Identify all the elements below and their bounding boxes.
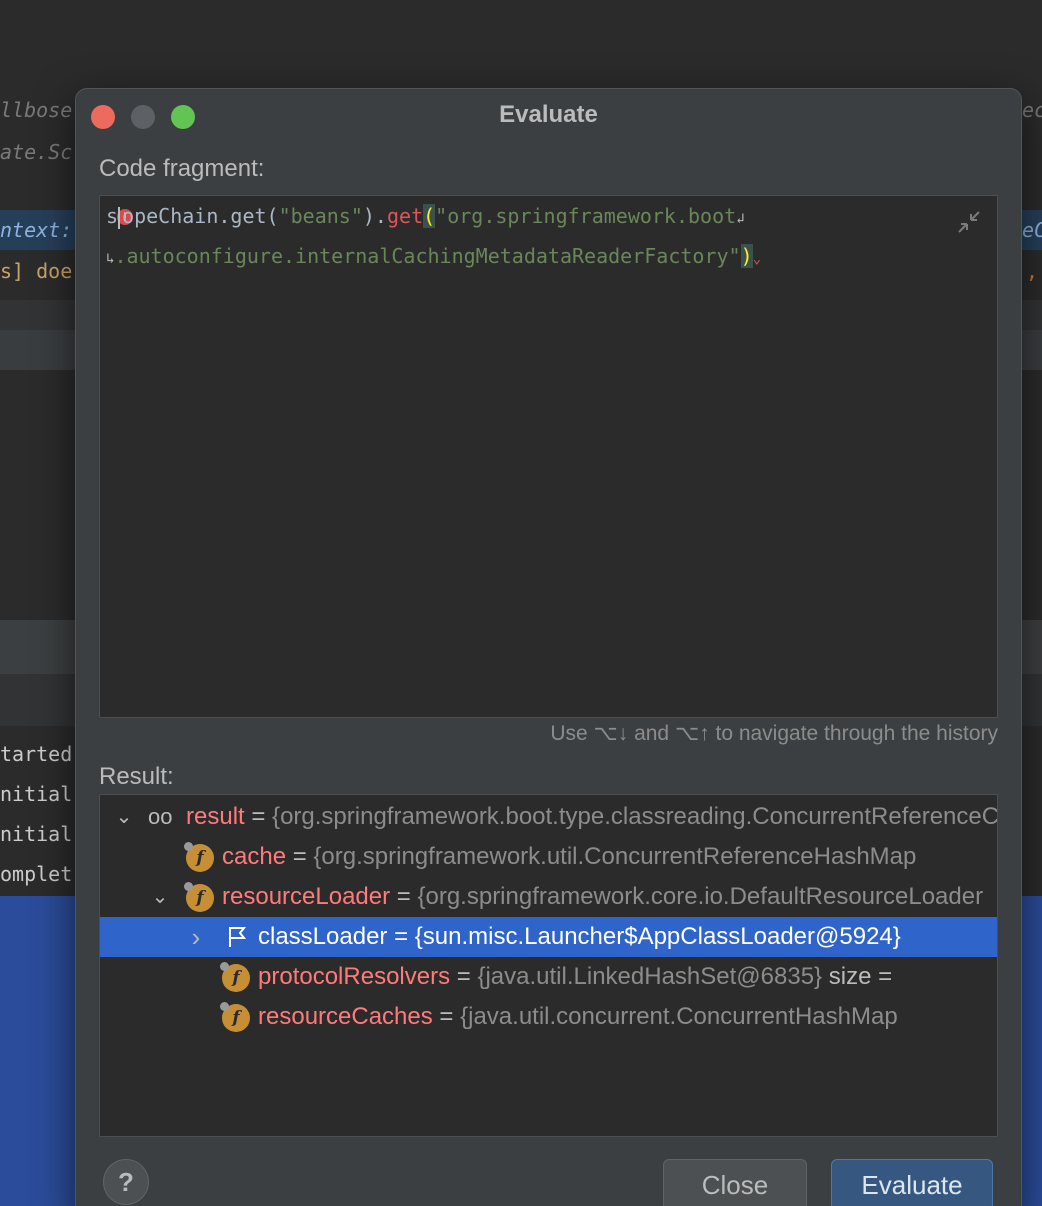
close-button[interactable]: Close xyxy=(663,1159,807,1206)
node-value: {org.springframework.util.ConcurrentRefe… xyxy=(313,843,917,870)
chevron-down-icon[interactable]: ⌄ xyxy=(114,797,134,837)
code-line-2: ↳.autoconfigure.internalCachingMetadataR… xyxy=(106,244,761,268)
node-eq: = xyxy=(450,963,478,990)
bg-line: tarted xyxy=(0,742,73,766)
node-value: {org.springframework.boot.type.classread… xyxy=(272,803,998,830)
node-name: classLoader xyxy=(258,923,388,950)
bg-line: ntext: xyxy=(0,218,73,242)
bg-right-fragment: ec xyxy=(1022,98,1042,122)
node-size: size = xyxy=(822,963,893,990)
code-string: .autoconfigure.internalCachingMetadataRe… xyxy=(114,244,741,268)
field-icon: f xyxy=(184,882,214,912)
tree-row-class-loader[interactable]: › classLoader = {sun.misc.Launcher$AppCl… xyxy=(100,917,997,957)
evaluate-button[interactable]: Evaluate xyxy=(831,1159,993,1206)
chevron-down-icon[interactable]: ⌄ xyxy=(150,877,170,917)
bg-right-fragment: , xyxy=(1026,259,1039,283)
bg-line: nitial xyxy=(0,782,73,806)
help-button[interactable]: ? xyxy=(103,1159,149,1205)
flag-icon xyxy=(229,927,247,947)
node-eq: = xyxy=(390,883,418,910)
node-value: {java.util.LinkedHashSet@6835} xyxy=(477,963,823,990)
history-hint: Use ⌥↓ and ⌥↑ to navigate through the hi… xyxy=(550,722,998,745)
result-tree[interactable]: ⌄ oo result = {org.springframework.boot.… xyxy=(99,794,998,1137)
evaluate-dialog: Evaluate Code fragment: ! s opeChain.get(… xyxy=(75,88,1022,1206)
tree-row-resource-caches[interactable]: f resourceCaches = {java.util.concurrent… xyxy=(100,997,997,1037)
bg-line: nitial xyxy=(0,822,73,846)
node-name: resourceLoader xyxy=(222,883,391,910)
field-icon: f xyxy=(220,962,250,992)
code-token: s xyxy=(106,204,119,228)
soft-wrap-icon: ↲ xyxy=(736,211,745,227)
chevron-right-icon[interactable]: › xyxy=(186,917,206,957)
node-eq: = xyxy=(387,923,415,950)
matched-paren: ( xyxy=(423,204,436,228)
matched-paren: ) xyxy=(740,244,753,268)
code-method-error: get xyxy=(386,204,424,228)
tree-row-result[interactable]: ⌄ oo result = {org.springframework.boot.… xyxy=(100,797,997,837)
dialog-title: Evaluate xyxy=(499,101,598,128)
node-value: {org.springframework.core.io.DefaultReso… xyxy=(417,883,984,910)
code-token: opeChain.get( xyxy=(122,204,279,228)
node-eq: = xyxy=(286,843,314,870)
field-icon: f xyxy=(184,842,214,872)
code-string: "beans" xyxy=(278,204,363,228)
bg-right-fragment: eC xyxy=(1022,218,1042,242)
bg-line: ate.Sc xyxy=(0,140,73,164)
bg-line: s] doe xyxy=(0,259,73,283)
result-label: Result: xyxy=(99,763,174,790)
node-name: protocolResolvers xyxy=(258,963,451,990)
code-fragment-label: Code fragment: xyxy=(99,155,265,182)
node-eq: = xyxy=(432,1003,461,1030)
error-squiggle: ⌄ xyxy=(752,251,762,267)
field-icon: f xyxy=(220,1002,250,1032)
bg-line: omplet xyxy=(0,862,73,886)
bg-line: llbose xyxy=(0,98,73,122)
tree-row-cache[interactable]: f cache = {org.springframework.util.Conc… xyxy=(100,837,997,877)
code-line-1: s opeChain.get("beans").get("org.springfr… xyxy=(106,204,745,229)
node-name: resourceCaches xyxy=(258,1003,433,1030)
code-token: ). xyxy=(362,204,387,228)
node-name: result xyxy=(186,803,245,830)
code-string: "org.springframework.boot xyxy=(435,204,737,228)
tree-row-resource-loader[interactable]: ⌄ f resourceLoader = {org.springframewor… xyxy=(100,877,997,917)
node-name: cache xyxy=(222,843,287,870)
node-value: {java.util.concurrent.ConcurrentHashMap xyxy=(460,1003,898,1030)
tree-row-protocol-resolvers[interactable]: f protocolResolvers = {java.util.LinkedH… xyxy=(100,957,997,997)
watch-icon: oo xyxy=(148,804,173,829)
node-value: {sun.misc.Launcher$AppClassLoader@5924} xyxy=(414,923,901,950)
node-eq: = xyxy=(244,803,273,830)
code-fragment-editor[interactable]: ! s opeChain.get("beans").get("org.spring… xyxy=(99,195,998,718)
collapse-editor-icon[interactable] xyxy=(955,208,983,236)
text-caret xyxy=(118,206,121,229)
